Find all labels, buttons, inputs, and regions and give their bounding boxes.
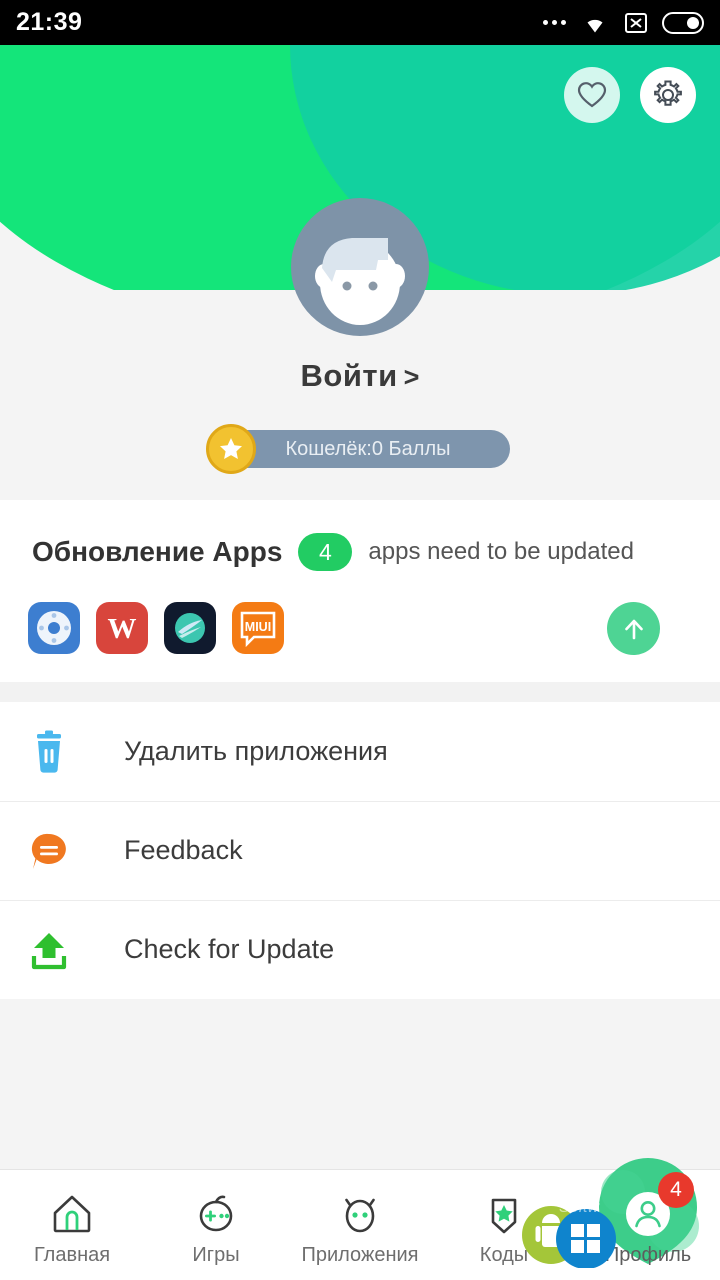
header-actions: [564, 67, 696, 123]
menu-item-feedback[interactable]: Feedback: [0, 801, 720, 900]
nav-label: Профиль: [604, 1244, 692, 1266]
settings-menu: Удалить приложения Feedback Check for Up…: [0, 702, 720, 999]
update-header: Обновление Apps 4 apps need to be update…: [32, 533, 634, 571]
nav-label: Игры: [192, 1244, 240, 1266]
wallet-pill[interactable]: Кошелёк:0 Баллы: [206, 424, 510, 474]
default-avatar-illustration: [315, 238, 405, 325]
nav-item-codes[interactable]: Коды: [432, 1170, 576, 1280]
more-dots-icon: [543, 20, 566, 25]
no-signal-icon: [625, 12, 647, 33]
trash-icon: [26, 729, 72, 775]
nav-label: Главная: [33, 1244, 111, 1266]
avatar[interactable]: [291, 198, 429, 336]
battery-icon: [662, 11, 704, 34]
remote-icon: [37, 611, 71, 645]
updatable-app-icons: W MIUI: [28, 602, 284, 654]
favorites-button[interactable]: [564, 67, 620, 123]
nav-label: Коды: [479, 1244, 529, 1266]
gamepad-icon: [192, 1189, 240, 1239]
update-subtitle: apps need to be updated: [368, 538, 634, 565]
nav-item-profile[interactable]: 4 Профиль: [576, 1158, 720, 1280]
phone-screen: 21:39 Войти > Кошелёк:0 Баллы Обновление…: [0, 0, 720, 1280]
settings-button[interactable]: [640, 67, 696, 123]
update-all-button[interactable]: [607, 602, 660, 655]
login-row[interactable]: Войти >: [0, 358, 720, 394]
bottom-navigation: Главная Игры Приложения Коды 4 Профиль: [0, 1158, 720, 1280]
nav-label: Приложения: [301, 1244, 419, 1266]
home-icon: [48, 1189, 96, 1239]
section-divider: [0, 682, 720, 702]
gear-icon: [654, 80, 682, 106]
menu-item-label: Удалить приложения: [124, 736, 388, 766]
wifi-icon: [587, 19, 603, 32]
svg-text:W: W: [108, 613, 137, 645]
badge-star-icon: [480, 1189, 528, 1239]
status-bar: 21:39: [0, 0, 720, 45]
android-face-icon: [336, 1189, 384, 1239]
nav-item-home[interactable]: Главная: [0, 1170, 144, 1280]
coin-star-icon: [206, 424, 256, 474]
arrow-up-icon: [624, 619, 643, 639]
menu-item-uninstall-apps[interactable]: Удалить приложения: [0, 702, 720, 801]
app-icon-mi-remote[interactable]: [28, 602, 80, 654]
heart-icon: [577, 82, 607, 108]
status-time: 21:39: [16, 8, 83, 36]
swiftkey-icon: [175, 613, 205, 643]
chevron-right-icon: >: [403, 362, 420, 392]
miui-icon: MIUI: [240, 611, 276, 648]
empty-area: [0, 999, 720, 1169]
nav-item-apps[interactable]: Приложения: [288, 1170, 432, 1280]
upload-icon: [26, 927, 72, 973]
profile-notification-badge: 4: [658, 1172, 694, 1208]
menu-item-label: Feedback: [124, 835, 243, 865]
status-icons: [543, 11, 704, 35]
wps-w-icon: W: [108, 613, 137, 645]
app-icon-wps-office[interactable]: W: [96, 602, 148, 654]
login-label[interactable]: Войти: [301, 358, 398, 394]
chat-bubble-icon: [26, 828, 72, 874]
update-title: Обновление Apps: [32, 536, 283, 567]
app-icon-miui[interactable]: MIUI: [232, 602, 284, 654]
app-icon-swiftkey[interactable]: [164, 602, 216, 654]
menu-item-label: Check for Update: [124, 934, 335, 964]
star-glyph: [220, 438, 242, 459]
update-count-badge: 4: [298, 533, 353, 571]
update-apps-card: Обновление Apps 4 apps need to be update…: [0, 500, 720, 682]
menu-item-check-for-update[interactable]: Check for Update: [0, 900, 720, 999]
svg-text:MIUI: MIUI: [245, 620, 271, 634]
nav-item-games[interactable]: Игры: [144, 1170, 288, 1280]
